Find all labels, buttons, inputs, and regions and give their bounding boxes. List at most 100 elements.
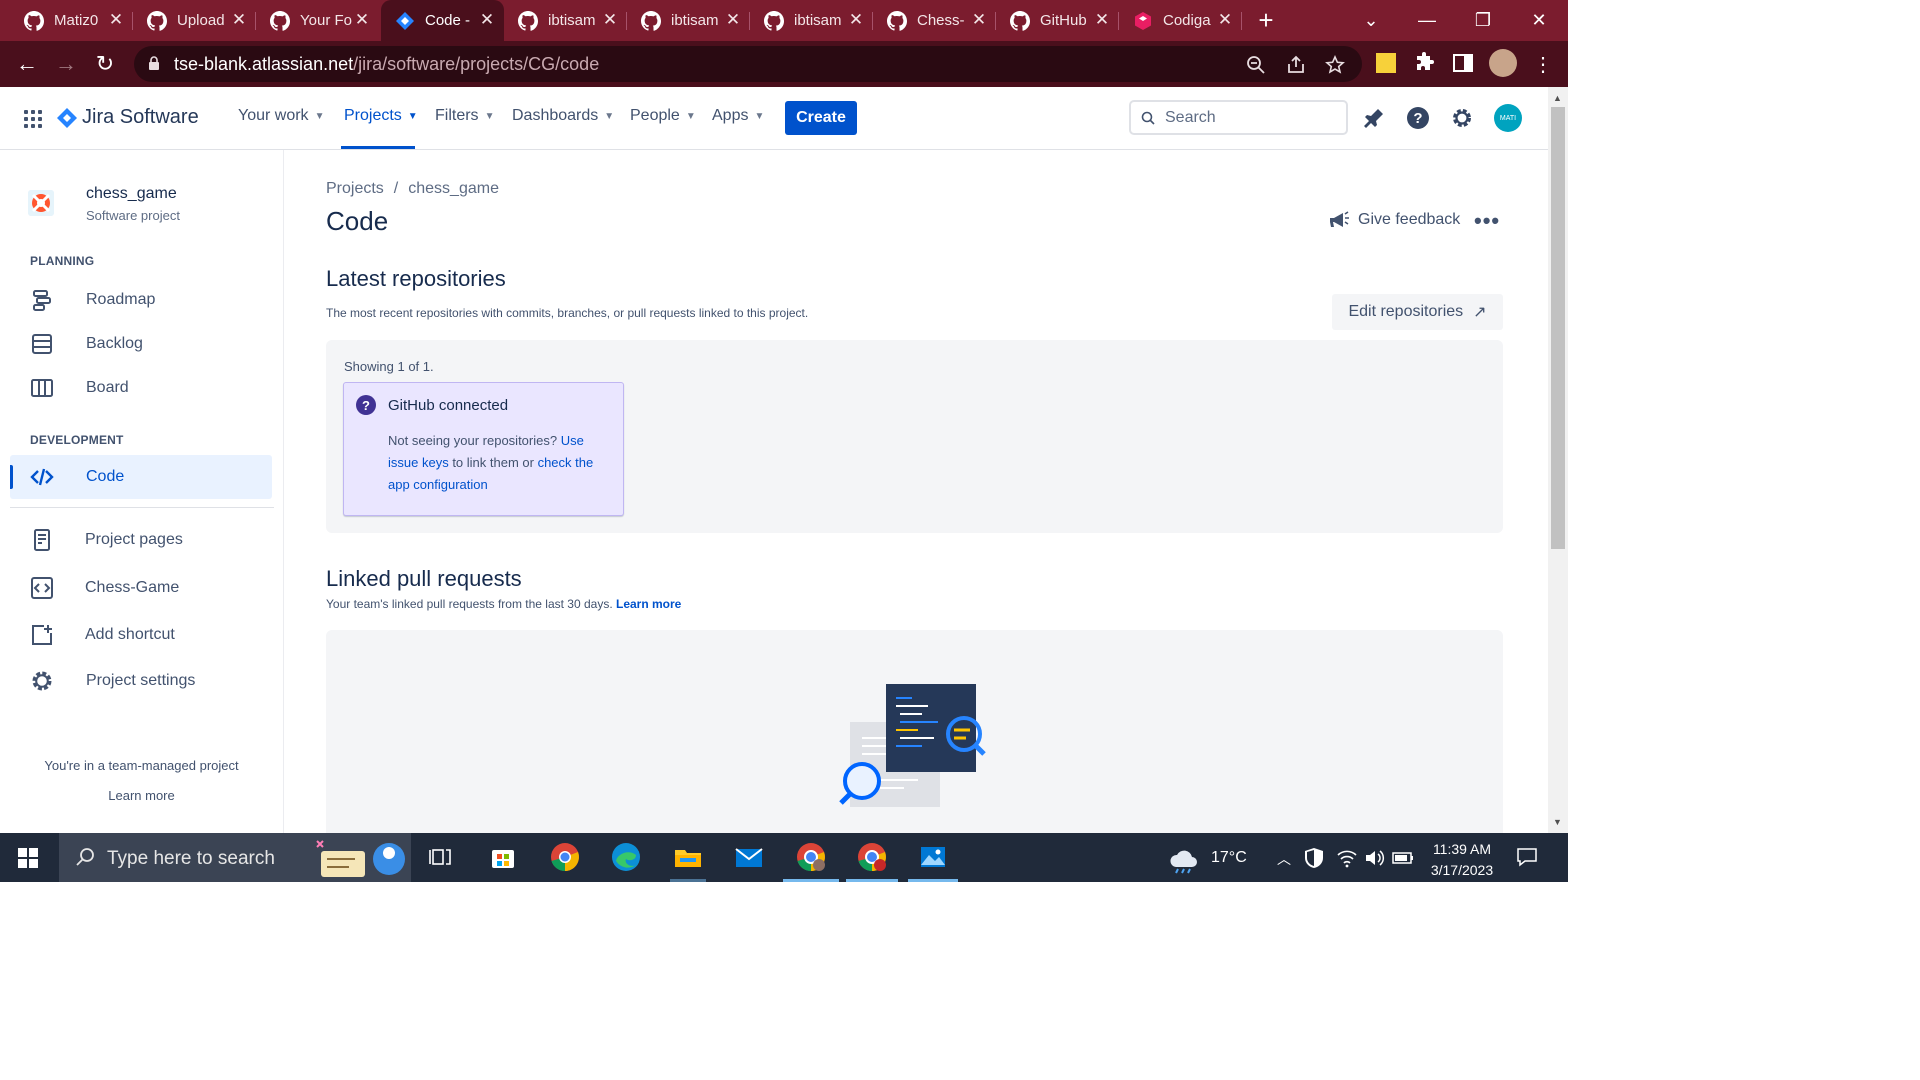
scroll-up-arrow-icon[interactable]: ▲: [1553, 93, 1562, 103]
nav-dashboards[interactable]: Dashboards ▼: [512, 107, 614, 125]
nav-people[interactable]: People ▼: [630, 107, 696, 125]
running-indicator: [783, 879, 839, 882]
app-switcher-icon[interactable]: [23, 109, 43, 129]
weather-cloud-icon[interactable]: [1168, 843, 1200, 875]
page-scrollbar[interactable]: ▲ ▼: [1548, 87, 1568, 833]
settings-gear-icon[interactable]: [1450, 106, 1474, 130]
running-indicator: [846, 879, 898, 882]
tab-search-icon[interactable]: ⌄: [1343, 0, 1399, 41]
latest-repositories-description: The most recent repositories with commit…: [326, 306, 809, 320]
browser-tab-active[interactable]: Code - ✕: [381, 0, 504, 41]
close-tab-icon[interactable]: ✕: [601, 10, 619, 29]
back-button[interactable]: ←: [12, 49, 42, 79]
create-button[interactable]: Create: [785, 101, 857, 135]
reload-button[interactable]: ↻: [90, 49, 120, 79]
close-tab-icon[interactable]: ✕: [970, 10, 988, 29]
project-name[interactable]: chess_game: [86, 185, 177, 203]
clock-date: 3/17/2023: [1430, 862, 1494, 878]
give-feedback-button[interactable]: Give feedback: [1328, 210, 1460, 230]
edit-repositories-button[interactable]: Edit repositories ↗: [1332, 294, 1503, 330]
breadcrumb-projects[interactable]: Projects: [326, 180, 384, 197]
volume-icon[interactable]: [1363, 847, 1385, 869]
browser-tab[interactable]: Upload ✕: [133, 0, 256, 41]
weather-temperature[interactable]: 17°C: [1211, 849, 1247, 867]
tray-overflow-chevron-icon[interactable]: ︿: [1277, 849, 1291, 869]
close-tab-icon[interactable]: ✕: [1216, 10, 1234, 29]
profile-avatar[interactable]: [1489, 49, 1517, 77]
sidebar-item-board[interactable]: Board: [10, 366, 272, 410]
browser-tab[interactable]: GitHub ✕: [996, 0, 1119, 41]
close-tab-icon[interactable]: ✕: [230, 10, 248, 29]
file-explorer-icon[interactable]: [672, 841, 704, 873]
sidebar-item-project-pages[interactable]: Project pages: [10, 518, 272, 562]
browser-tab[interactable]: Matiz0 ✕: [10, 0, 133, 41]
sidebar-item-chess-game[interactable]: Chess-Game: [10, 566, 272, 610]
sidebar-item-backlog[interactable]: Backlog: [10, 322, 272, 366]
edge-icon[interactable]: [610, 841, 642, 873]
wifi-icon[interactable]: [1336, 847, 1358, 869]
extensions-puzzle-icon[interactable]: [1412, 51, 1436, 75]
nav-projects[interactable]: Projects ▼: [344, 107, 418, 125]
help-icon[interactable]: ?: [1406, 106, 1430, 130]
share-icon[interactable]: [1286, 55, 1306, 75]
close-tab-icon[interactable]: ✕: [478, 10, 496, 29]
notification-center-icon[interactable]: [1516, 847, 1538, 867]
new-tab-button[interactable]: +: [1252, 5, 1280, 35]
taskbar-clock[interactable]: 11:39 AM 3/17/2023: [1422, 839, 1502, 881]
breadcrumb-project[interactable]: chess_game: [408, 180, 499, 197]
address-bar[interactable]: tse-blank.atlassian.net/jira/software/pr…: [134, 46, 1362, 82]
product-name[interactable]: Jira Software: [82, 106, 199, 129]
lock-icon: [149, 56, 159, 70]
jira-logo-icon[interactable]: [56, 107, 78, 129]
chrome-profile-icon[interactable]: [795, 841, 827, 873]
mail-icon[interactable]: [733, 841, 765, 873]
sidebar-item-add-shortcut[interactable]: Add shortcut: [10, 613, 272, 657]
minimize-button[interactable]: —: [1399, 0, 1455, 41]
defender-shield-icon[interactable]: [1303, 847, 1325, 869]
side-panel-icon[interactable]: [1451, 51, 1475, 75]
store-icon[interactable]: [487, 841, 519, 873]
linked-pull-requests-description: Your team's linked pull requests from th…: [326, 597, 681, 611]
browser-tab[interactable]: ibtisam ✕: [504, 0, 627, 41]
more-actions-button[interactable]: •••: [1474, 208, 1500, 234]
project-avatar-icon[interactable]: [28, 190, 54, 216]
windows-start-icon[interactable]: [18, 848, 38, 868]
close-tab-icon[interactable]: ✕: [847, 10, 865, 29]
bookmark-star-icon[interactable]: [1325, 55, 1345, 75]
close-window-button[interactable]: ✕: [1511, 0, 1567, 41]
sidebar-item-roadmap[interactable]: Roadmap: [10, 278, 272, 322]
user-avatar[interactable]: MATI: [1494, 104, 1522, 132]
sidebar-item-code[interactable]: Code: [10, 455, 272, 499]
battery-icon[interactable]: [1392, 849, 1414, 867]
taskbar-search-box[interactable]: Type here to search: [59, 833, 411, 882]
nav-your-work[interactable]: Your work ▼: [238, 107, 324, 125]
chrome-icon[interactable]: [549, 841, 581, 873]
browser-tab[interactable]: Your Fo ✕: [256, 0, 379, 41]
photos-icon[interactable]: [917, 841, 949, 873]
learn-more-link[interactable]: Learn more: [616, 597, 681, 611]
nav-apps[interactable]: Apps ▼: [712, 107, 764, 125]
browser-tab[interactable]: ibtisam ✕: [750, 0, 873, 41]
close-tab-icon[interactable]: ✕: [107, 10, 125, 29]
close-tab-icon[interactable]: ✕: [724, 10, 742, 29]
chrome-profile-2-icon[interactable]: [856, 841, 888, 873]
scroll-down-arrow-icon[interactable]: ▼: [1553, 817, 1562, 827]
task-view-icon[interactable]: [425, 841, 457, 873]
chrome-menu-icon[interactable]: ⋮: [1528, 49, 1558, 79]
search-input[interactable]: [1165, 107, 1340, 129]
nav-filters[interactable]: Filters ▼: [435, 107, 494, 125]
close-tab-icon[interactable]: ✕: [353, 10, 371, 29]
notifications-icon[interactable]: [1362, 106, 1386, 130]
extension-sticky-icon[interactable]: [1374, 51, 1398, 75]
search-box[interactable]: [1129, 100, 1348, 135]
close-tab-icon[interactable]: ✕: [1093, 10, 1111, 29]
scrollbar-thumb[interactable]: [1551, 107, 1565, 549]
forward-button[interactable]: →: [51, 49, 81, 79]
sidebar-item-project-settings[interactable]: Project settings: [10, 659, 272, 703]
zoom-icon[interactable]: [1246, 55, 1266, 75]
restore-button[interactable]: ❐: [1455, 0, 1511, 41]
browser-tab[interactable]: Codiga ✕: [1119, 0, 1242, 41]
team-learn-more-link[interactable]: Learn more: [0, 788, 283, 803]
browser-tab[interactable]: ibtisam ✕: [627, 0, 750, 41]
browser-tab[interactable]: Chess- ✕: [873, 0, 996, 41]
